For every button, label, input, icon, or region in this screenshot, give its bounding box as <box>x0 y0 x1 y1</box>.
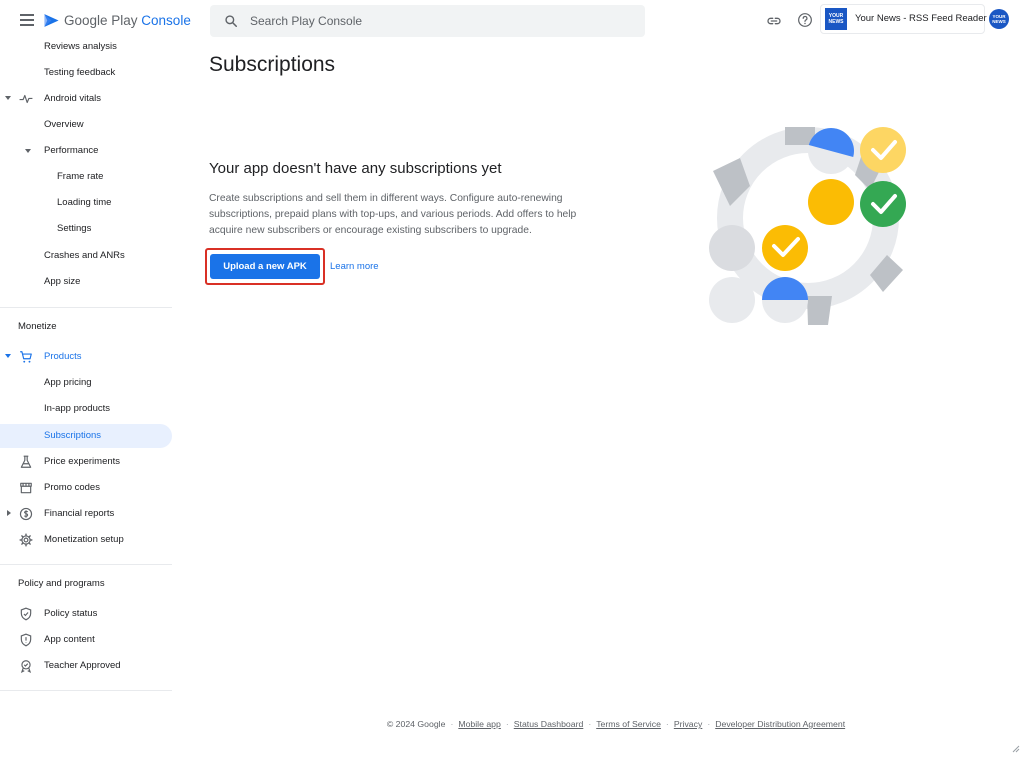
sidebar-item-label: Testing feedback <box>44 67 116 78</box>
footer-link-dda[interactable]: Developer Distribution Agreement <box>715 719 845 729</box>
sidebar-item-label: App size <box>44 276 81 287</box>
sidebar-item-app-content[interactable]: App content <box>0 628 172 652</box>
store-icon <box>20 482 32 494</box>
sidebar-item-app-size[interactable]: App size <box>0 270 172 294</box>
sidebar-item-label: App pricing <box>44 377 92 388</box>
chevron-down-icon <box>5 96 11 100</box>
sidebar-item-reviews-analysis[interactable]: Reviews analysis <box>0 35 172 59</box>
cart-icon <box>20 351 32 363</box>
shield-check-icon <box>20 607 32 621</box>
sidebar-item-subscriptions[interactable]: Subscriptions <box>0 424 172 448</box>
sidebar-item-price-experiments[interactable]: Price experiments <box>0 450 172 474</box>
sidebar-item-monetization-setup[interactable]: Monetization setup <box>0 528 172 552</box>
sidebar-item-settings[interactable]: Settings <box>0 217 172 241</box>
sidebar-item-products[interactable]: Products <box>0 345 172 369</box>
app-name: Your News - RSS Feed Reader <box>855 13 987 24</box>
empty-state-description: Create subscriptions and sell them in di… <box>209 193 577 236</box>
sidebar-item-teacher-approved[interactable]: Teacher Approved <box>0 654 172 678</box>
sidebar-item-label: App content <box>44 634 95 645</box>
divider <box>0 690 172 691</box>
sidebar-item-label: Overview <box>44 119 84 130</box>
brand-accent: Console <box>141 13 191 28</box>
footer: © 2024 Google · Mobile app · Status Dashboar… <box>386 719 846 729</box>
page-title: Subscriptions <box>209 53 336 76</box>
footer-link-mobile-app[interactable]: Mobile app <box>458 719 501 729</box>
sidebar-item-label: Promo codes <box>44 482 100 493</box>
sidebar-item-promo-codes[interactable]: Promo codes <box>0 476 172 500</box>
search-input[interactable] <box>250 5 630 37</box>
upload-apk-button[interactable]: Upload a new APK <box>210 254 320 279</box>
help-icon[interactable] <box>797 12 813 28</box>
empty-state-title: Your app doesn't have any subscriptions … <box>209 160 502 177</box>
link-icon[interactable] <box>766 13 782 29</box>
sidebar-item-label: Frame rate <box>57 171 104 182</box>
sidebar-item-loading-time[interactable]: Loading time <box>0 191 172 215</box>
search-bar[interactable] <box>210 5 645 37</box>
sidebar-item-overview[interactable]: Overview <box>0 113 172 137</box>
sidebar-item-financial-reports[interactable]: Financial reports <box>0 502 172 526</box>
sidebar-item-in-app-products[interactable]: In-app products <box>0 397 172 421</box>
chevron-down-icon <box>25 149 31 153</box>
sidebar-item-label: Financial reports <box>44 508 115 519</box>
footer-link-privacy[interactable]: Privacy <box>674 719 702 729</box>
sidebar-item-android-vitals[interactable]: Android vitals <box>0 87 172 111</box>
footer-copyright: © 2024 Google <box>386 719 446 729</box>
sidebar-item-label: In-app products <box>44 403 111 414</box>
resize-grip-icon[interactable] <box>1012 745 1020 753</box>
sidebar-item-label: Teacher Approved <box>44 660 121 671</box>
sidebar-item-label: Policy status <box>44 608 98 619</box>
divider <box>0 564 172 565</box>
vitals-icon <box>19 94 33 104</box>
app-icon: YOUR NEWS <box>825 8 847 30</box>
section-title-policy: Policy and programs <box>18 578 105 589</box>
sidebar-item-label: Performance <box>44 145 99 156</box>
badge-icon <box>20 660 32 673</box>
sidebar-item-label: Price experiments <box>44 456 121 467</box>
footer-link-terms[interactable]: Terms of Service <box>596 719 661 729</box>
sidebar-item-label: Monetization setup <box>44 534 124 545</box>
sidebar-item-label: Loading time <box>57 197 112 208</box>
sidebar-item-policy-status[interactable]: Policy status <box>0 602 172 626</box>
menu-icon[interactable] <box>20 14 34 26</box>
sidebar-item-testing-feedback[interactable]: Testing feedback <box>0 61 172 85</box>
section-title-monetize: Monetize <box>18 321 57 332</box>
brand-title[interactable]: Google Play Console <box>64 13 191 28</box>
app-selector[interactable]: YOUR NEWS Your News - RSS Feed Reader <box>820 4 987 34</box>
subscriptions-illustration <box>709 127 906 325</box>
sidebar-item-performance[interactable]: Performance <box>0 139 172 163</box>
sidebar-item-label: Crashes and ANRs <box>44 250 125 261</box>
chevron-right-icon <box>7 510 11 516</box>
shield-icon <box>20 633 32 647</box>
avatar[interactable]: YOUR NEWS <box>989 9 1009 29</box>
sidebar-item-label: Android vitals <box>44 93 102 104</box>
sidebar-item-app-pricing[interactable]: App pricing <box>0 371 172 395</box>
dollar-circle-icon <box>19 507 33 521</box>
flask-icon <box>20 455 32 468</box>
footer-link-status-dashboard[interactable]: Status Dashboard <box>514 719 584 729</box>
sidebar-item-label: Reviews analysis <box>44 41 117 52</box>
sidebar-item-label: Products <box>44 351 82 362</box>
sidebar-item-frame-rate[interactable]: Frame rate <box>0 165 172 189</box>
chevron-down-icon <box>5 354 11 358</box>
sidebar-item-label: Settings <box>57 223 92 234</box>
play-console-logo-icon <box>44 14 59 27</box>
sidebar-item-label: Subscriptions <box>44 430 102 441</box>
gear-icon <box>19 533 33 547</box>
search-icon <box>225 15 238 28</box>
learn-more-link[interactable]: Learn more <box>330 261 379 272</box>
brand-prefix: Google Play <box>64 13 142 28</box>
divider <box>0 307 172 308</box>
sidebar-item-crashes-anrs[interactable]: Crashes and ANRs <box>0 244 172 268</box>
sidebar: Reviews analysis Testing feedback Androi… <box>0 40 180 720</box>
